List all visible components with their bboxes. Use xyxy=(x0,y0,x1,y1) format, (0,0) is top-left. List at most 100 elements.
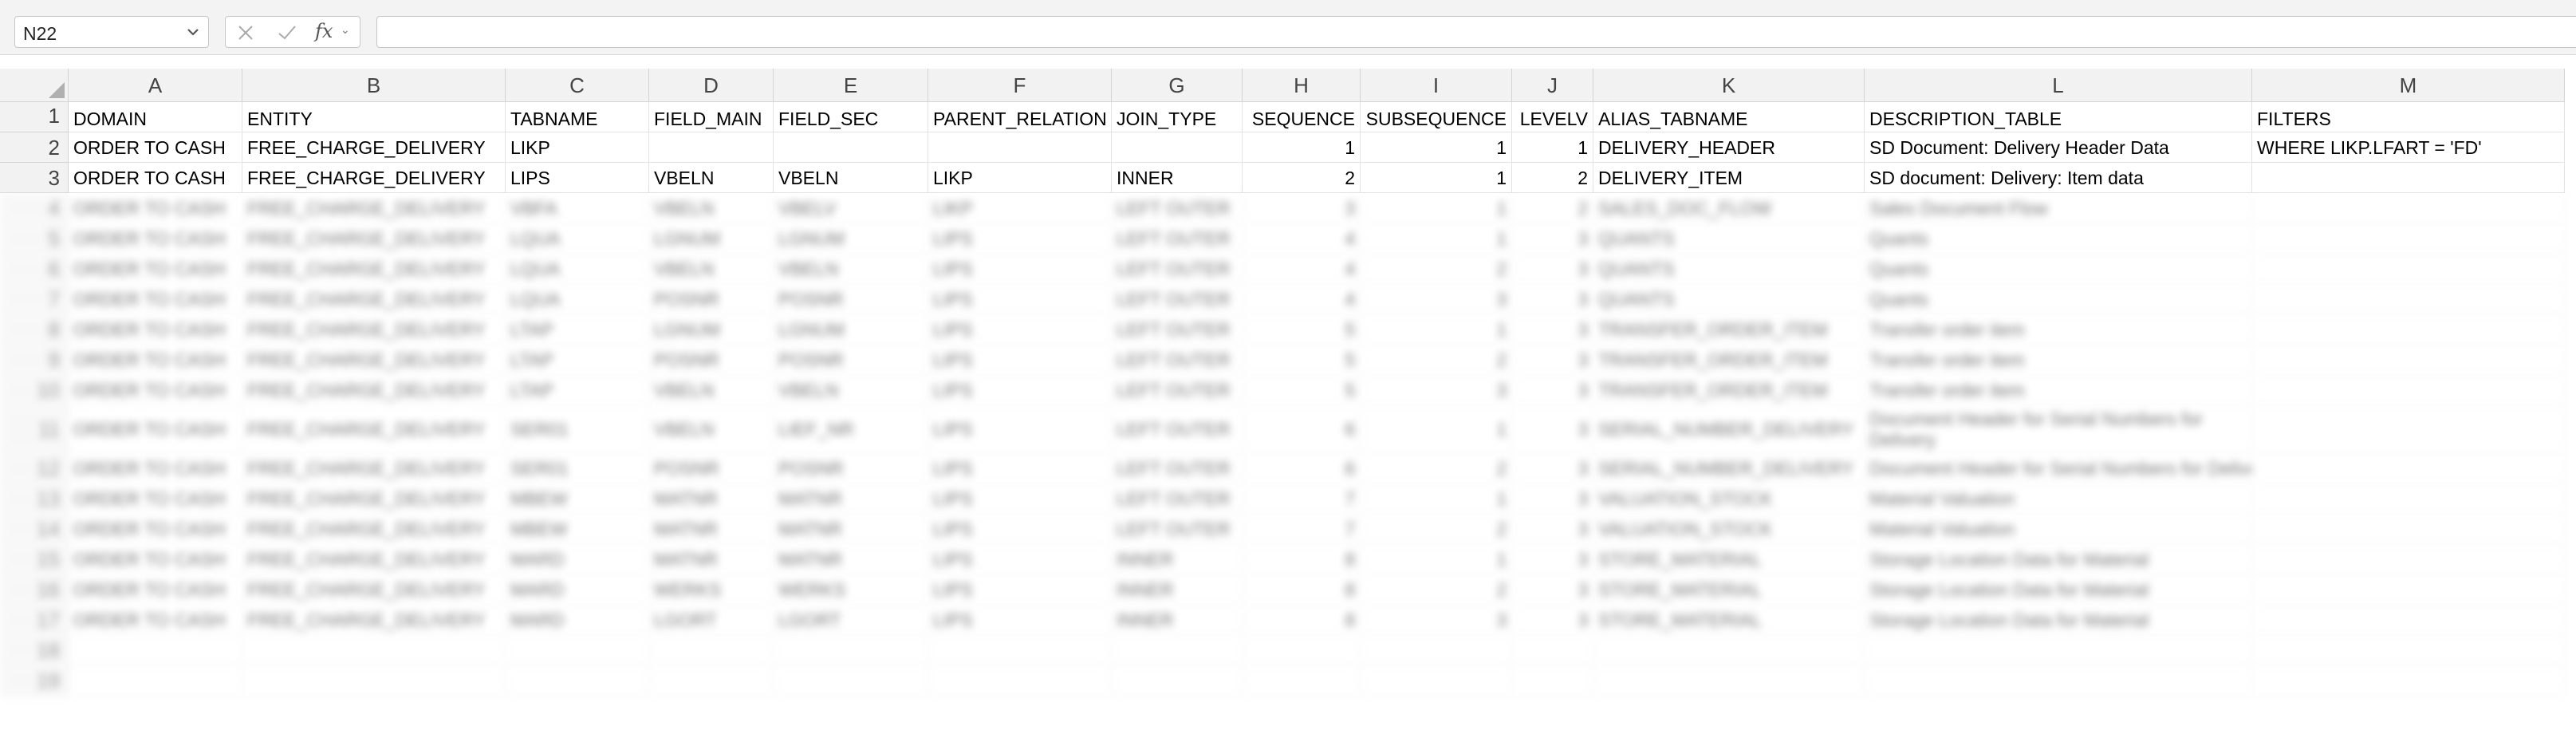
cell-m18[interactable] xyxy=(2252,635,2565,665)
cell-c6[interactable]: LQUA xyxy=(506,254,649,284)
cell-a19[interactable] xyxy=(69,665,242,696)
cell-k2[interactable]: DELIVERY_HEADER xyxy=(1593,132,1865,163)
row-header-11[interactable]: 11 xyxy=(0,405,69,453)
cell-h17[interactable]: 8 xyxy=(1243,605,1361,635)
fx-chevron-icon[interactable]: ⌄ xyxy=(341,23,350,37)
cell-d3[interactable]: VBELN xyxy=(649,163,774,193)
cell-e13[interactable]: MATNR xyxy=(774,483,928,514)
cell-g18[interactable] xyxy=(1112,635,1243,665)
cell-d5[interactable]: LGNUM xyxy=(649,223,774,254)
cell-f8[interactable]: LIPS xyxy=(928,314,1112,345)
cell-g16[interactable]: INNER xyxy=(1112,574,1243,605)
cell-i4[interactable]: 1 xyxy=(1361,193,1512,223)
cell-l12[interactable]: Document Header for Serial Numbers for D… xyxy=(1865,453,2252,483)
cell-h10[interactable]: 5 xyxy=(1243,375,1361,405)
cell-h13[interactable]: 7 xyxy=(1243,483,1361,514)
row-header-12[interactable]: 12 xyxy=(0,453,69,483)
insert-function-icon[interactable]: fx xyxy=(315,20,333,42)
cell-j3[interactable]: 2 xyxy=(1512,163,1593,193)
cell-a18[interactable] xyxy=(69,635,242,665)
cell-g7[interactable]: LEFT OUTER xyxy=(1112,284,1243,314)
cell-i10[interactable]: 3 xyxy=(1361,375,1512,405)
cell-e15[interactable]: MATNR xyxy=(774,544,928,574)
cell-j4[interactable]: 2 xyxy=(1512,193,1593,223)
checkmark-icon[interactable] xyxy=(277,24,297,41)
cell-m16[interactable] xyxy=(2252,574,2565,605)
cell-b3[interactable]: FREE_CHARGE_DELIVERY xyxy=(242,163,506,193)
cell-k14[interactable]: VALUATION_STOCK xyxy=(1593,514,1865,544)
cell-i11[interactable]: 1 xyxy=(1361,405,1512,453)
column-header-l[interactable]: L xyxy=(1865,69,2252,102)
cell-i13[interactable]: 1 xyxy=(1361,483,1512,514)
cell-e5[interactable]: LGNUM xyxy=(774,223,928,254)
column-header-c[interactable]: C xyxy=(506,69,649,102)
column-header-m[interactable]: M xyxy=(2252,69,2565,102)
row-header-2[interactable]: 2 xyxy=(0,132,69,163)
cell-k5[interactable]: QUANTS xyxy=(1593,223,1865,254)
cell-a2[interactable]: ORDER TO CASH xyxy=(69,132,242,163)
cell-l14[interactable]: Material Valuation xyxy=(1865,514,2252,544)
cell-d13[interactable]: MATNR xyxy=(649,483,774,514)
cell-a1[interactable]: DOMAIN xyxy=(69,102,242,132)
cell-g17[interactable]: INNER xyxy=(1112,605,1243,635)
row-header-16[interactable]: 16 xyxy=(0,574,69,605)
row-header-13[interactable]: 13 xyxy=(0,483,69,514)
cell-m17[interactable] xyxy=(2252,605,2565,635)
cell-h2[interactable]: 1 xyxy=(1243,132,1361,163)
cell-k18[interactable] xyxy=(1593,635,1865,665)
cell-b19[interactable] xyxy=(242,665,506,696)
cell-k12[interactable]: SERIAL_NUMBER_DELIVERY xyxy=(1593,453,1865,483)
cell-d2[interactable] xyxy=(649,132,774,163)
cell-l3[interactable]: SD document: Delivery: Item data xyxy=(1865,163,2252,193)
row-header-9[interactable]: 9 xyxy=(0,345,69,375)
cell-l11[interactable]: Document Header for Serial Numbers for D… xyxy=(1865,405,2252,453)
cell-j17[interactable]: 3 xyxy=(1512,605,1593,635)
cell-d16[interactable]: WERKS xyxy=(649,574,774,605)
row-header-10[interactable]: 10 xyxy=(0,375,69,405)
cell-f11[interactable]: LIPS xyxy=(928,405,1112,453)
cell-h18[interactable] xyxy=(1243,635,1361,665)
cell-k10[interactable]: TRANSFER_ORDER_ITEM xyxy=(1593,375,1865,405)
cell-l17[interactable]: Storage Location Data for Material xyxy=(1865,605,2252,635)
cell-d17[interactable]: LGORT xyxy=(649,605,774,635)
cell-i19[interactable] xyxy=(1361,665,1512,696)
cell-h7[interactable]: 4 xyxy=(1243,284,1361,314)
cell-m2[interactable]: WHERE LIKP.LFART = 'FD' xyxy=(2252,132,2565,163)
cell-e7[interactable]: POSNR xyxy=(774,284,928,314)
cell-e8[interactable]: LGNUM xyxy=(774,314,928,345)
cell-h4[interactable]: 3 xyxy=(1243,193,1361,223)
cell-e2[interactable] xyxy=(774,132,928,163)
cell-j14[interactable]: 3 xyxy=(1512,514,1593,544)
cell-m12[interactable] xyxy=(2252,453,2565,483)
column-header-g[interactable]: G xyxy=(1112,69,1243,102)
cell-f12[interactable]: LIPS xyxy=(928,453,1112,483)
cell-i7[interactable]: 3 xyxy=(1361,284,1512,314)
cell-d12[interactable]: POSNR xyxy=(649,453,774,483)
cell-a15[interactable]: ORDER TO CASH xyxy=(69,544,242,574)
cell-c1[interactable]: TABNAME xyxy=(506,102,649,132)
cell-f16[interactable]: LIPS xyxy=(928,574,1112,605)
cell-f3[interactable]: LIKP xyxy=(928,163,1112,193)
row-header-4[interactable]: 4 xyxy=(0,193,69,223)
cell-b2[interactable]: FREE_CHARGE_DELIVERY xyxy=(242,132,506,163)
cell-b17[interactable]: FREE_CHARGE_DELIVERY xyxy=(242,605,506,635)
cell-a11[interactable]: ORDER TO CASH xyxy=(69,405,242,453)
cell-f17[interactable]: LIPS xyxy=(928,605,1112,635)
cell-j2[interactable]: 1 xyxy=(1512,132,1593,163)
cell-e12[interactable]: POSNR xyxy=(774,453,928,483)
cell-k8[interactable]: TRANSFER_ORDER_ITEM xyxy=(1593,314,1865,345)
cell-m9[interactable] xyxy=(2252,345,2565,375)
cell-f15[interactable]: LIPS xyxy=(928,544,1112,574)
cell-i14[interactable]: 2 xyxy=(1361,514,1512,544)
cell-e18[interactable] xyxy=(774,635,928,665)
cell-c14[interactable]: MBEW xyxy=(506,514,649,544)
row-header-8[interactable]: 8 xyxy=(0,314,69,345)
cell-m19[interactable] xyxy=(2252,665,2565,696)
column-header-b[interactable]: B xyxy=(242,69,506,102)
cell-m11[interactable] xyxy=(2252,405,2565,453)
cell-f2[interactable] xyxy=(928,132,1112,163)
cell-i6[interactable]: 2 xyxy=(1361,254,1512,284)
cell-f6[interactable]: LIPS xyxy=(928,254,1112,284)
cell-j8[interactable]: 3 xyxy=(1512,314,1593,345)
cell-e1[interactable]: FIELD_SEC xyxy=(774,102,928,132)
